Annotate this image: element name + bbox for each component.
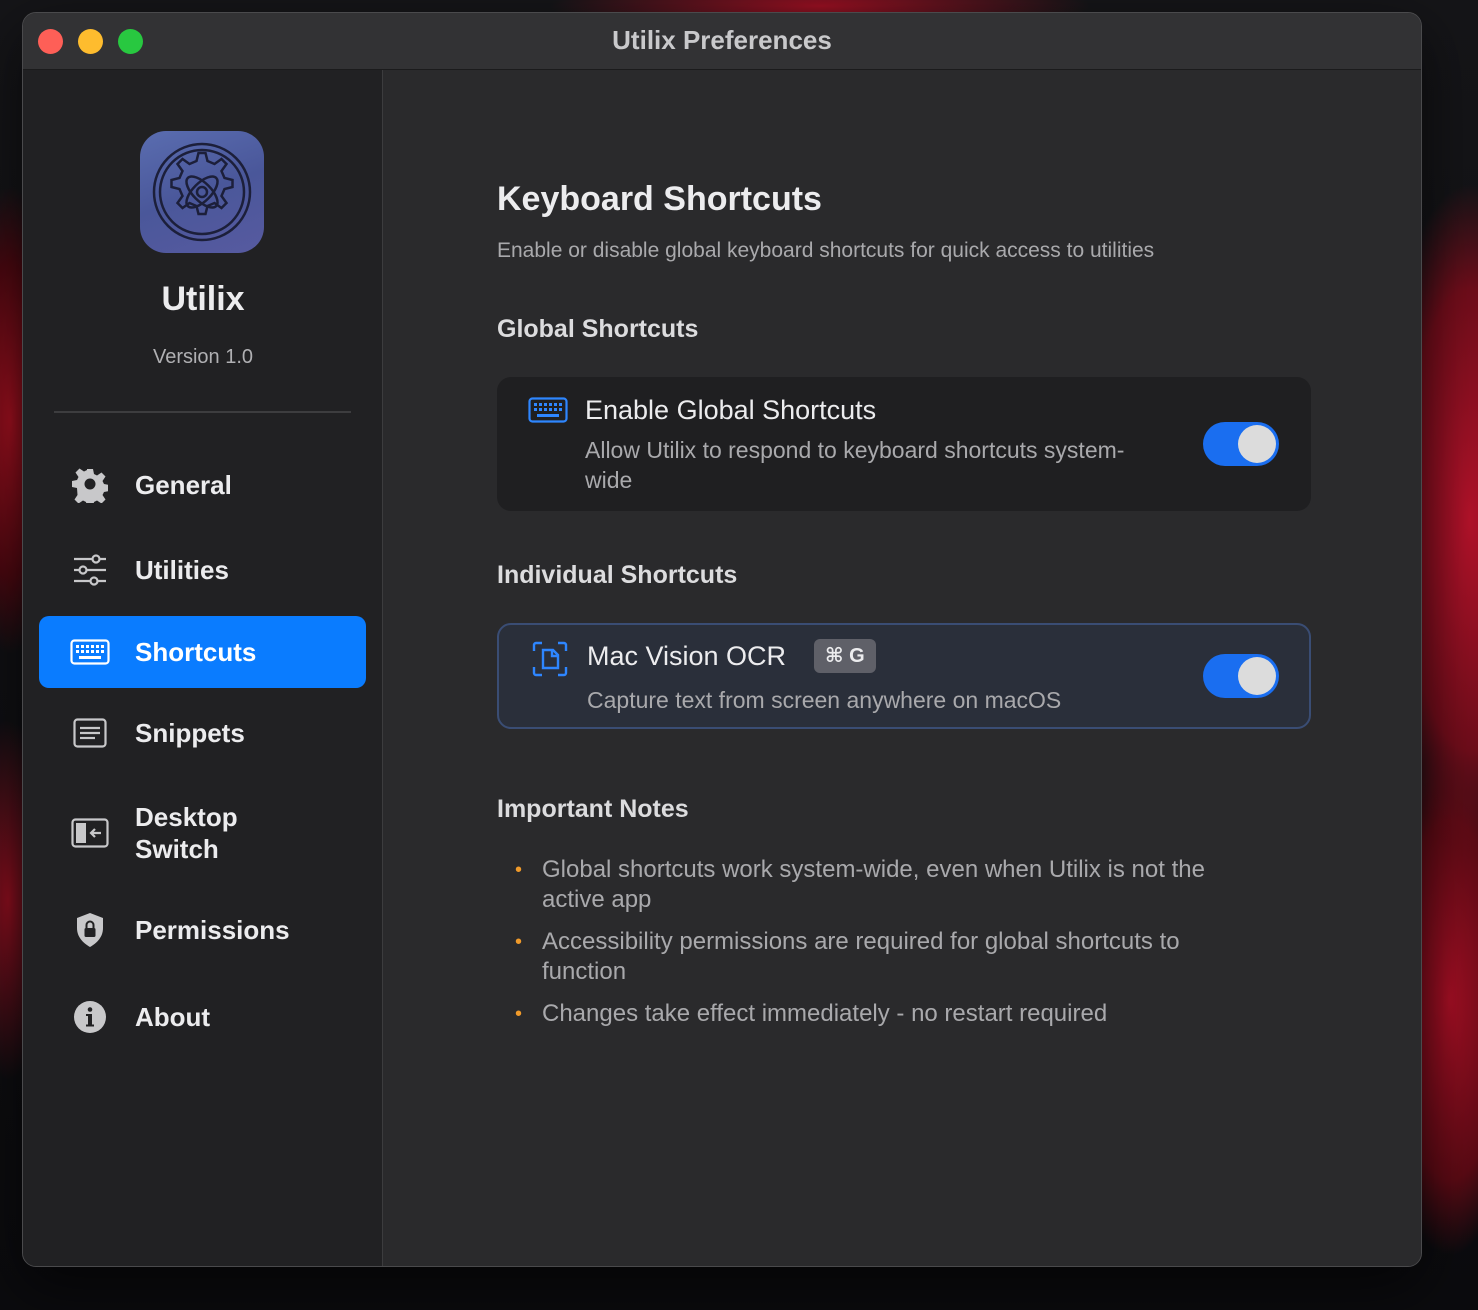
mac-vision-ocr-toggle[interactable] <box>1203 654 1279 698</box>
global-shortcuts-card: Enable Global Shortcuts Allow Utilix to … <box>497 377 1311 511</box>
window-title: Utilix Preferences <box>612 25 832 55</box>
keyboard-icon <box>528 397 568 428</box>
card-description: Allow Utilix to respond to keyboard shor… <box>585 437 1125 493</box>
section-heading-notes: Important Notes <box>497 795 689 823</box>
section-heading-individual: Individual Shortcuts <box>497 561 738 589</box>
sliders-icon <box>69 549 111 591</box>
title-bar[interactable]: Utilix Preferences <box>23 13 1421 70</box>
gear-logo-icon <box>152 142 252 242</box>
sidebar-item-label: General <box>135 470 232 500</box>
sidebar-item-permissions[interactable]: Permissions <box>39 908 366 952</box>
sidebar-item-label: About <box>135 1002 211 1032</box>
toggle-knob <box>1238 657 1276 695</box>
app-logo <box>140 131 264 253</box>
note-text: Changes take effect immediately - no res… <box>542 1000 1108 1027</box>
enable-global-shortcuts-toggle[interactable] <box>1203 422 1279 466</box>
sidebar-item-label: Shortcuts <box>135 637 257 667</box>
note-text: Global shortcuts work system-wide, even … <box>542 856 1205 913</box>
sidebar-item-label: Utilities <box>135 555 229 585</box>
sidebar-item-utilities[interactable]: Utilities <box>39 548 366 592</box>
bullet-icon: • <box>515 859 523 881</box>
sidebar-divider <box>54 411 351 413</box>
app-version: Version 1.0 <box>152 346 254 368</box>
ocr-scan-icon <box>532 641 568 682</box>
sidebar-item-desktop-switch[interactable]: Desktop Switch <box>39 798 366 868</box>
sidebar-item-label: Snippets <box>135 718 245 748</box>
snippet-icon <box>69 712 111 754</box>
card-title: Enable Global Shortcuts <box>585 395 877 425</box>
app-name: Utilix <box>161 280 245 318</box>
note-item: • Global shortcuts work system-wide, eve… <box>515 855 1255 915</box>
section-heading-global: Global Shortcuts <box>497 315 699 343</box>
sidebar-item-label: Desktop Switch <box>135 802 238 864</box>
sidebar-item-about[interactable]: About <box>39 995 366 1039</box>
sidebar-item-general[interactable]: General <box>39 463 366 507</box>
sidebar-item-label: Permissions <box>135 915 290 945</box>
info-icon <box>69 996 111 1038</box>
toggle-knob <box>1238 425 1276 463</box>
card-title: Mac Vision OCR <box>587 641 787 671</box>
desktop-switch-icon <box>69 812 111 854</box>
shortcut-badge: ⌘ G <box>814 639 876 673</box>
page-title: Keyboard Shortcuts <box>497 180 822 218</box>
note-item: • Accessibility permissions are required… <box>515 927 1215 987</box>
shield-lock-icon <box>69 909 111 951</box>
card-description: Capture text from screen anywhere on mac… <box>587 687 1062 713</box>
bullet-icon: • <box>515 931 523 953</box>
sidebar: Utilix Version 1.0 General Utilities Sho… <box>23 70 383 1266</box>
sidebar-item-shortcuts[interactable]: Shortcuts <box>39 616 366 688</box>
mac-vision-ocr-card: Mac Vision OCR ⌘ G Capture text from scr… <box>497 623 1311 729</box>
note-text: Accessibility permissions are required f… <box>542 928 1180 985</box>
keyboard-icon <box>69 631 111 673</box>
main-content: Keyboard Shortcuts Enable or disable glo… <box>384 70 1421 1266</box>
preferences-window: Utilix Preferences Utilix Version 1.0 Ge… <box>22 12 1422 1267</box>
note-item: • Changes take effect immediately - no r… <box>515 999 1255 1029</box>
sidebar-item-snippets[interactable]: Snippets <box>39 711 366 755</box>
gear-icon <box>69 464 111 506</box>
bullet-icon: • <box>515 1003 523 1025</box>
page-subtitle: Enable or disable global keyboard shortc… <box>497 239 1155 262</box>
